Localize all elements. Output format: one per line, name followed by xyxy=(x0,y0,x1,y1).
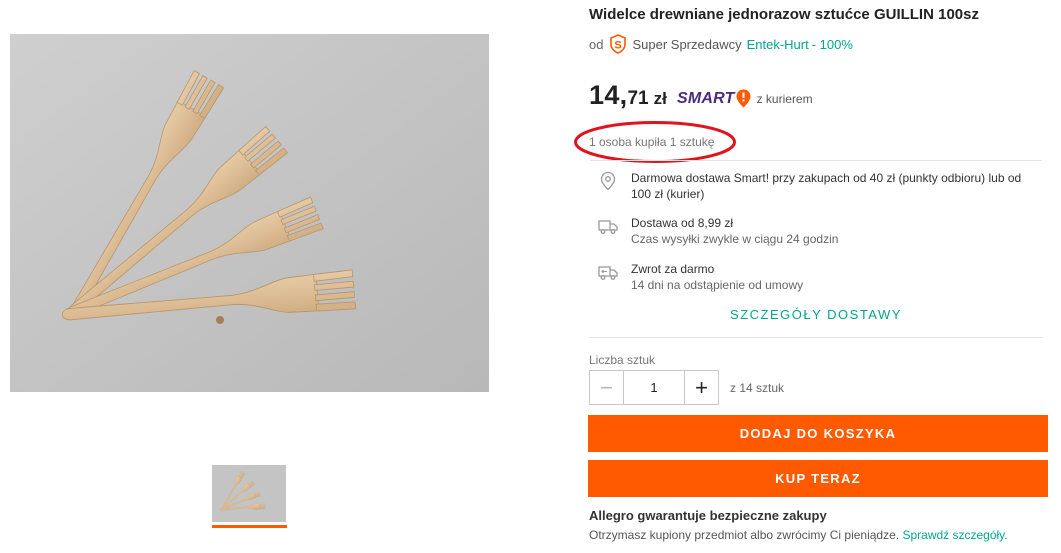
seller-rating: - 100% xyxy=(811,36,853,52)
purchase-count: 1 osoba kupiła 1 sztukę xyxy=(589,135,715,149)
wooden-forks-photo xyxy=(10,34,489,392)
thumbnail-selected-indicator xyxy=(212,525,287,528)
svg-text:S: S xyxy=(615,40,622,52)
quantity-input[interactable]: 1 xyxy=(623,370,685,405)
return-truck-icon xyxy=(598,266,618,280)
return-period-text: 14 dni na odstąpienie od umowy xyxy=(631,278,804,292)
guarantee-title: Allegro gwarantuje bezpieczne zakupy xyxy=(589,508,827,523)
add-to-cart-button[interactable]: DODAJ DO KOSZYKA xyxy=(588,415,1048,452)
smart-label: SMART xyxy=(677,89,735,107)
guarantee-text-line: Otrzymasz kupiony przedmiot albo zwrócim… xyxy=(589,528,1008,542)
delivery-divider xyxy=(590,337,1042,338)
delivery-item-return: Zwrot za darmo 14 dni na odstąpienie od … xyxy=(598,261,803,293)
smart-badge: SMART z kurierem xyxy=(677,89,813,108)
delivery-free-text: Darmowa dostawa Smart! przy zakupach od … xyxy=(631,171,1022,201)
super-seller-label: Super Sprzedawcy xyxy=(632,36,742,52)
product-thumbnail[interactable] xyxy=(212,465,286,522)
product-title: Widelce drewniane jednorazow sztućce GUI… xyxy=(589,6,979,23)
shipping-time-text: Czas wysyłki zwykle w ciągu 24 godzin xyxy=(631,232,839,246)
price: 14, 71 zł xyxy=(589,80,667,111)
seller-name-link[interactable]: Entek-Hurt xyxy=(747,37,809,52)
free-return-text: Zwrot za darmo xyxy=(631,262,715,276)
buy-now-button[interactable]: KUP TERAZ xyxy=(588,460,1048,497)
delivery-cost-text: Dostawa od 8,99 zł xyxy=(631,216,734,230)
smart-pin-icon xyxy=(736,89,751,108)
delivery-panel: Darmowa dostawa Smart! przy zakupach od … xyxy=(590,160,1042,338)
seller-prefix: od xyxy=(589,36,604,52)
guarantee-text: Otrzymasz kupiony przedmiot albo zwrócim… xyxy=(589,528,900,542)
quantity-stepper: − 1 + z 14 sztuk xyxy=(589,370,784,405)
thumbnail-forks-photo xyxy=(212,465,286,522)
quantity-decrease-button[interactable]: − xyxy=(589,370,624,405)
super-seller-badge-icon: S xyxy=(610,34,627,54)
price-fraction: 71 xyxy=(627,88,649,109)
delivery-item-free: Darmowa dostawa Smart! przy zakupach od … xyxy=(598,170,1041,202)
quantity-available: z 14 sztuk xyxy=(730,380,785,395)
truck-icon xyxy=(598,220,618,234)
guarantee-details-link[interactable]: Sprawdź szczegóły. xyxy=(902,528,1007,542)
delivery-item-cost: Dostawa od 8,99 zł Czas wysyłki zwykle w… xyxy=(598,215,838,247)
product-main-image[interactable] xyxy=(10,34,489,392)
price-whole: 14, xyxy=(589,80,628,110)
price-currency: zł xyxy=(653,89,667,108)
quantity-increase-button[interactable]: + xyxy=(684,370,719,405)
smart-delivery-note: z kurierem xyxy=(756,91,813,106)
seller-line: od S Super Sprzedawcy Entek-Hurt - 100% xyxy=(589,34,853,54)
location-pin-icon xyxy=(600,171,616,191)
quantity-label: Liczba sztuk xyxy=(589,353,656,367)
delivery-details-link[interactable]: SZCZEGÓŁY DOSTAWY xyxy=(590,307,1042,322)
